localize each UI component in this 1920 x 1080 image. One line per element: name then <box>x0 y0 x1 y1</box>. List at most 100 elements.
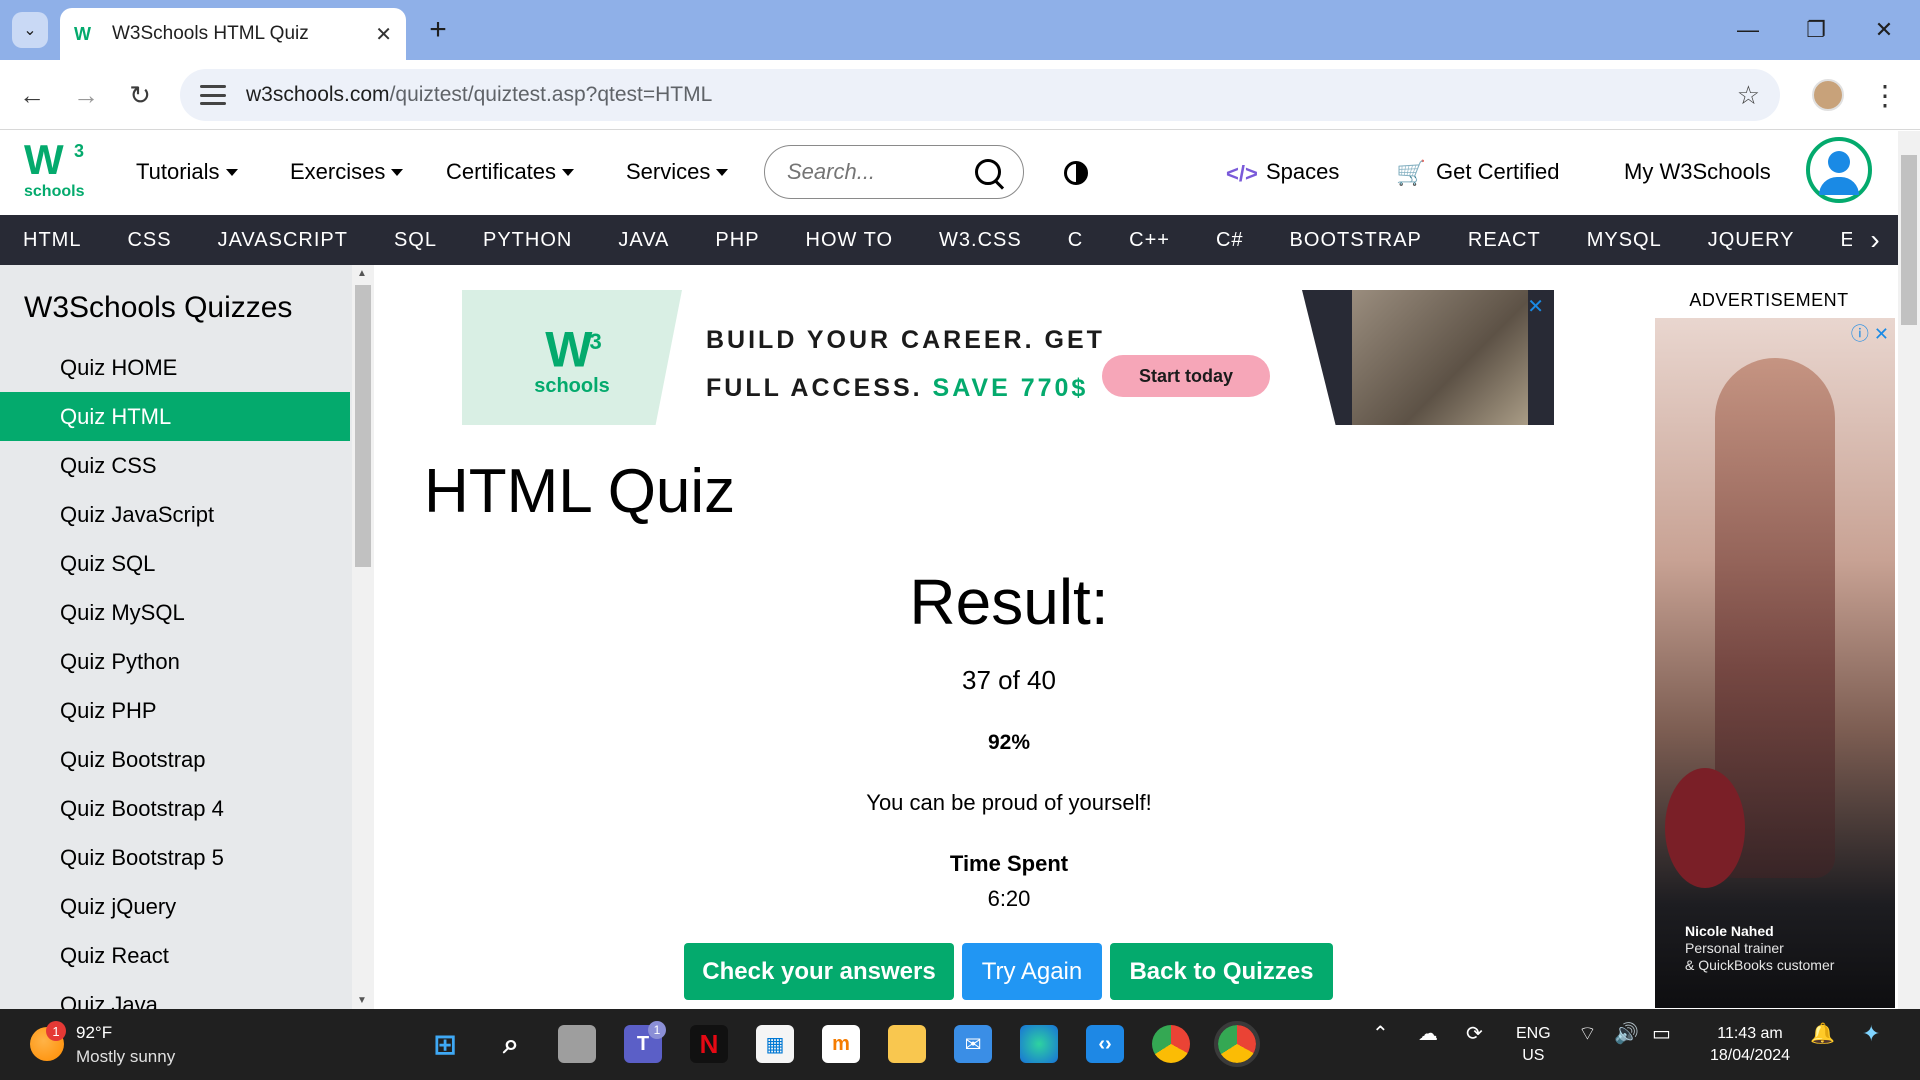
w3schools-logo[interactable]: W 3 schools <box>24 139 94 209</box>
weather-temp[interactable]: 92°F <box>76 1023 112 1043</box>
langbar-link[interactable]: C++ <box>1106 229 1193 252</box>
spaces-link[interactable]: Spaces <box>1266 159 1339 185</box>
sidebar-item[interactable]: Quiz Python <box>0 637 350 686</box>
scroll-up-icon[interactable]: ▲ <box>357 268 367 279</box>
langbar-link[interactable]: JQUERY <box>1685 229 1818 252</box>
langbar-link[interactable]: HTML <box>0 229 104 252</box>
tutorials-menu[interactable]: Tutorials <box>136 159 238 185</box>
ad-role: Personal trainer <box>1685 940 1784 956</box>
ad-close-icon[interactable]: ✕ <box>1527 294 1544 319</box>
wifi-icon[interactable]: ⌔ <box>1578 1023 1597 1045</box>
start-today-button[interactable]: Start today <box>1102 355 1270 397</box>
my-w3schools-link[interactable]: My W3Schools <box>1624 159 1771 185</box>
back-button[interactable]: ← <box>14 77 50 113</box>
minimize-button[interactable]: — <box>1728 10 1768 50</box>
get-certified-link[interactable]: Get Certified <box>1436 159 1560 185</box>
chrome-icon[interactable] <box>1152 1025 1190 1063</box>
restore-button[interactable]: ❐ <box>1796 10 1836 50</box>
side-advertisement[interactable]: ⓘ ✕ Nicole Nahed Personal trainer & Quic… <box>1655 318 1895 1008</box>
sidebar-item[interactable]: Quiz CSS <box>0 441 350 490</box>
vscode-icon[interactable]: ‹› <box>1086 1025 1124 1063</box>
volume-icon[interactable]: 🔊 <box>1614 1023 1639 1045</box>
langbar-link[interactable]: JAVA <box>595 229 692 252</box>
langbar-link[interactable]: BOOTSTRAP <box>1267 229 1445 252</box>
reload-button[interactable]: ↻ <box>122 77 158 113</box>
sidebar-item[interactable]: Quiz JavaScript <box>0 490 350 539</box>
new-tab-button[interactable]: + <box>420 12 456 48</box>
promo-banner[interactable]: W3 schools BUILD YOUR CAREER. GET FULL A… <box>462 290 1554 425</box>
site-settings-icon[interactable] <box>200 85 226 105</box>
sidebar-item[interactable]: Quiz MySQL <box>0 588 350 637</box>
forward-button[interactable]: → <box>68 77 104 113</box>
langbar-link[interactable]: W3.CSS <box>916 229 1045 252</box>
certificates-menu[interactable]: Certificates <box>446 159 575 185</box>
dark-mode-toggle-icon[interactable] <box>1064 161 1088 185</box>
langbar-link[interactable]: PHP <box>692 229 782 252</box>
sync-icon[interactable]: ⟳ <box>1466 1023 1483 1045</box>
exercises-menu[interactable]: Exercises <box>290 159 404 185</box>
moodle-icon[interactable]: m <box>822 1025 860 1063</box>
langbar-link[interactable]: REACT <box>1445 229 1564 252</box>
langbar-link[interactable]: SQL <box>371 229 460 252</box>
tray-overflow-icon[interactable]: ⌃ <box>1372 1023 1389 1045</box>
sidebar-item[interactable]: Quiz PHP <box>0 686 350 735</box>
sidebar-item[interactable]: Quiz jQuery <box>0 882 350 931</box>
profile-avatar[interactable] <box>1812 79 1844 111</box>
browser-tab-active[interactable]: W W3Schools HTML Quiz ✕ <box>60 8 406 60</box>
search-icon[interactable] <box>975 159 1001 185</box>
store-icon[interactable]: ▦ <box>756 1025 794 1063</box>
tab-search-button[interactable]: ⌄ <box>12 12 48 48</box>
language-indicator[interactable]: ENG US <box>1516 1023 1551 1067</box>
sidebar-item[interactable]: Quiz Bootstrap <box>0 735 350 784</box>
sidebar-item[interactable]: Quiz HTML <box>0 392 350 441</box>
close-icon[interactable]: ✕ <box>375 22 392 47</box>
sidebar-scrollbar[interactable]: ▲ ▼ <box>352 265 374 1009</box>
onedrive-icon[interactable]: ☁ <box>1418 1023 1438 1045</box>
edge-icon[interactable] <box>1020 1025 1058 1063</box>
clock[interactable]: 11:43 am 18/04/2024 <box>1698 1023 1802 1067</box>
mail-icon[interactable]: ✉ <box>954 1025 992 1063</box>
url-text[interactable]: w3schools.com/quiztest/quiztest.asp?qtes… <box>246 83 1737 107</box>
langbar-link[interactable]: HOW TO <box>783 229 916 252</box>
page-scroll-thumb[interactable] <box>1901 155 1917 325</box>
sidebar-scroll-thumb[interactable] <box>355 285 371 567</box>
search-icon[interactable]: ⌕ <box>492 1025 530 1063</box>
sidebar-item[interactable]: Quiz Bootstrap 4 <box>0 784 350 833</box>
search-box[interactable] <box>764 145 1024 199</box>
caret-down-icon <box>716 168 729 176</box>
windows-start-icon[interactable]: ⊞ <box>426 1025 464 1063</box>
langbar-link[interactable]: JAVASCRIPT <box>195 229 371 252</box>
langbar-link[interactable]: C# <box>1193 229 1267 252</box>
ad-info-close-icon[interactable]: ⓘ ✕ <box>1851 320 1889 346</box>
sidebar-item[interactable]: Quiz Bootstrap 5 <box>0 833 350 882</box>
bookmark-star-icon[interactable]: ☆ <box>1737 80 1760 111</box>
file-explorer-icon[interactable] <box>888 1025 926 1063</box>
langbar-link[interactable]: CSS <box>104 229 194 252</box>
services-menu[interactable]: Services <box>626 159 729 185</box>
langbar-link[interactable]: PYTHON <box>460 229 595 252</box>
chevron-right-icon[interactable]: › <box>1852 215 1898 265</box>
back-to-quizzes-button[interactable]: Back to Quizzes <box>1110 943 1333 1000</box>
browser-menu-button[interactable]: ⋮ <box>1870 76 1900 114</box>
close-window-button[interactable]: ✕ <box>1864 10 1904 50</box>
sidebar-item[interactable]: Quiz React <box>0 931 350 980</box>
try-again-button[interactable]: Try Again <box>962 943 1102 1000</box>
langbar-link[interactable]: C <box>1045 229 1106 252</box>
address-bar[interactable]: w3schools.com/quiztest/quiztest.asp?qtes… <box>180 69 1780 121</box>
page-scrollbar[interactable] <box>1898 131 1920 1009</box>
chrome-active-icon[interactable] <box>1214 1021 1260 1067</box>
search-input[interactable] <box>787 159 975 185</box>
sidebar-item[interactable]: Quiz HOME <box>0 343 350 392</box>
sidebar-item[interactable]: Quiz Java <box>0 980 350 1010</box>
sidebar-item[interactable]: Quiz SQL <box>0 539 350 588</box>
user-avatar-icon[interactable] <box>1806 137 1872 203</box>
netflix-icon[interactable]: N <box>690 1025 728 1063</box>
notification-bell-icon[interactable]: 🔔 <box>1810 1023 1835 1045</box>
battery-icon[interactable]: ▭ <box>1652 1023 1671 1045</box>
check-answers-button[interactable]: Check your answers <box>684 943 954 1000</box>
scroll-down-icon[interactable]: ▼ <box>357 995 367 1006</box>
copilot-icon[interactable]: ✦ <box>1862 1023 1880 1045</box>
task-view-icon[interactable] <box>558 1025 596 1063</box>
langbar-link[interactable]: MYSQL <box>1564 229 1685 252</box>
weather-condition[interactable]: Mostly sunny <box>76 1047 175 1067</box>
